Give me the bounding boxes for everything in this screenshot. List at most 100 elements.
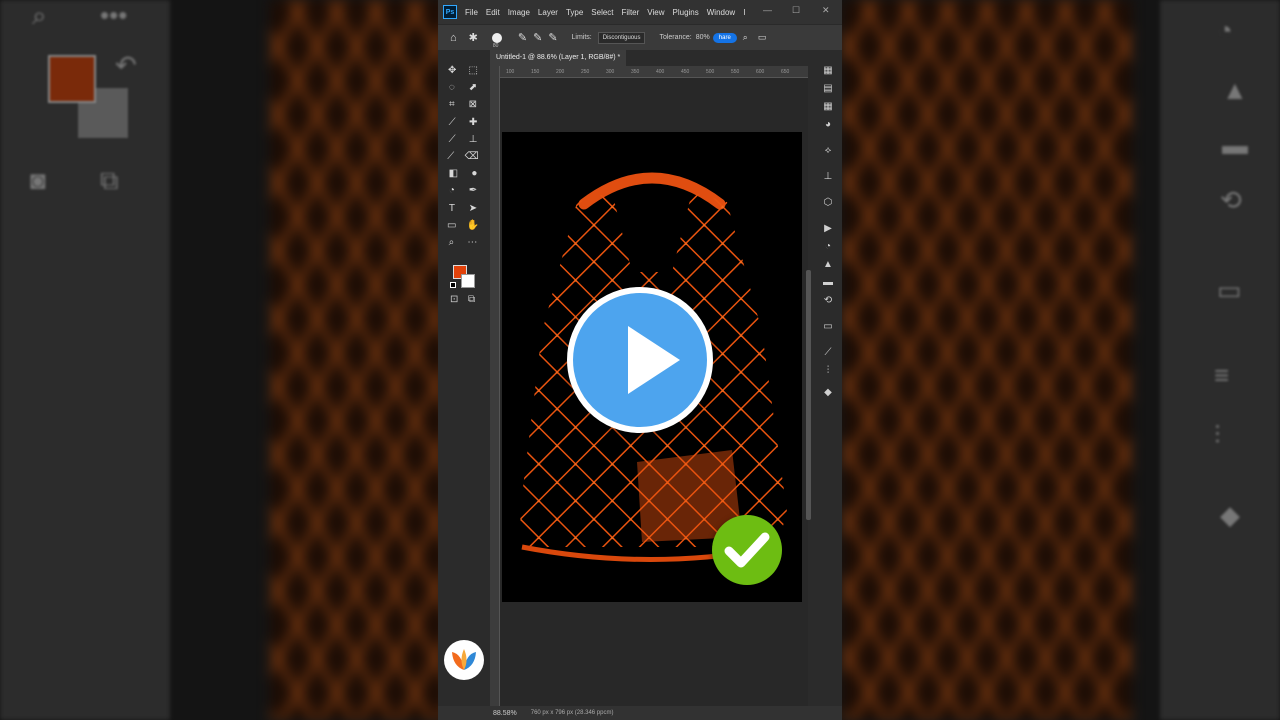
path-select-tool-icon[interactable]: ➤ xyxy=(469,203,477,214)
ruler-tick: 350 xyxy=(631,69,640,75)
layers-panel-icon[interactable]: ◆ xyxy=(814,384,842,402)
gradient-tool-icon[interactable]: ◧ xyxy=(449,168,458,179)
history-panel-icon[interactable]: ⟲ xyxy=(814,292,842,310)
more-tools-icon[interactable]: ⋯ xyxy=(467,237,477,248)
limits-label: Limits: xyxy=(571,34,592,41)
lasso-tool-icon[interactable]: ◌ xyxy=(449,82,455,93)
color-panel-icon[interactable]: ◕ xyxy=(814,116,842,134)
horizontal-ruler: 100 150 200 250 300 350 400 450 500 550 600 650 xyxy=(500,66,808,78)
eraser-tool-icon[interactable]: ⌫ xyxy=(465,151,479,162)
menu-window[interactable]: Window xyxy=(707,8,735,17)
pen-tool-icon[interactable]: ✒ xyxy=(469,185,477,196)
menu-image[interactable]: Image xyxy=(508,8,530,17)
dodge-tool-icon[interactable]: ◔ xyxy=(449,185,455,196)
quick-mask-icon[interactable]: ⊡ xyxy=(450,294,458,305)
blurred-fg-swatch xyxy=(48,55,96,103)
menu-file[interactable]: File xyxy=(465,8,478,17)
menu-help[interactable]: I xyxy=(743,8,745,17)
blur-tool-icon[interactable]: ● xyxy=(471,168,477,179)
adjustments-panel-icon[interactable]: ⫶ xyxy=(814,362,842,380)
3d-panel-icon[interactable]: ⬡ xyxy=(814,194,842,212)
menu-view[interactable]: View xyxy=(647,8,664,17)
zoom-tool-icon[interactable]: ⌕ xyxy=(449,237,455,248)
blurred-adjust-icon: ⫶ xyxy=(1214,420,1221,450)
toolbox: ✥ ⬚ ◌ ⬈ ⌗ ⊠ ⟋ ✚ ⟋ ⊥ ⟋ ⌫ ◧ ● ◔ ✒ T ➤ ▭ ✋ ⌕ ⋯ ⊡ ⧉ xyxy=(442,62,484,712)
tolerance-label: Tolerance: xyxy=(659,34,692,41)
menu-layer[interactable]: Layer xyxy=(538,8,558,17)
brush-picker[interactable]: 80 xyxy=(491,32,502,49)
play-button[interactable] xyxy=(567,287,713,433)
libraries-panel-icon[interactable]: ▲ xyxy=(814,256,842,274)
rectangle-tool-icon[interactable]: ▭ xyxy=(447,220,456,231)
minimize-icon[interactable]: — xyxy=(763,5,772,15)
ruler-tick: 200 xyxy=(556,69,565,75)
limits-select[interactable]: Discontiguous xyxy=(597,31,646,44)
document-tab[interactable]: Untitled-1 @ 88.6% (Layer 1, RGB/8#) * xyxy=(490,50,627,66)
swatches-panel-icon[interactable]: ▦ xyxy=(814,62,842,80)
blurred-layers-icon: ◆ xyxy=(1220,500,1240,530)
close-icon[interactable]: ✕ xyxy=(822,5,830,16)
ruler-tick: 250 xyxy=(581,69,590,75)
history-brush-tool-icon[interactable]: ⟋ xyxy=(447,151,454,162)
new-selection-icon[interactable]: ✎ xyxy=(518,31,527,44)
home-icon[interactable]: ⌂ xyxy=(450,32,457,44)
move-tool-icon[interactable]: ✥ xyxy=(448,65,456,76)
ruler-tick: 600 xyxy=(756,69,765,75)
frame-tool-icon[interactable]: ⊠ xyxy=(469,99,477,110)
blurred-more-icon: ••• xyxy=(100,0,128,30)
ruler-tick: 400 xyxy=(656,69,665,75)
background-blur-right: ◔ ▲ ▬ ⟲ ▭ ≡ ⫶ ◆ xyxy=(842,0,1280,720)
crop-tool-icon[interactable]: ⌗ xyxy=(449,99,455,110)
vertical-ruler xyxy=(490,66,500,706)
layer-comps-icon[interactable]: ▭ xyxy=(814,318,842,336)
workspace-icon[interactable]: ▭ xyxy=(758,32,767,43)
blurred-color-icon: ◔ xyxy=(1217,15,1233,45)
tolerance-value[interactable]: 80% xyxy=(696,34,710,41)
blurred-zoom-icon: ⌕ xyxy=(32,0,47,30)
screen-mode-icon[interactable]: ⧉ xyxy=(468,294,475,305)
background-color-swatch[interactable] xyxy=(461,274,475,288)
menu-edit[interactable]: Edit xyxy=(486,8,500,17)
gradients-panel-icon[interactable]: ▤ xyxy=(814,80,842,98)
eyedropper-tool-icon[interactable]: ⟋ xyxy=(449,117,456,128)
search-icon[interactable]: ⌕ xyxy=(743,32,748,43)
document-size: 760 px x 796 px (28.346 ppcm) xyxy=(530,710,614,716)
ps-logo-icon: Ps xyxy=(443,5,457,19)
menu-select[interactable]: Select xyxy=(591,8,613,17)
zoom-level[interactable]: 88.58% xyxy=(493,710,517,717)
patterns-panel-icon[interactable]: ▦ xyxy=(814,98,842,116)
type-tool-icon[interactable]: T xyxy=(449,203,455,214)
actions-panel-icon[interactable]: ▶ xyxy=(814,220,842,238)
add-selection-icon[interactable]: ✎ xyxy=(533,31,542,44)
marquee-tool-icon[interactable]: ⬚ xyxy=(469,65,478,76)
check-badge xyxy=(712,515,782,585)
menu-plugins[interactable]: Plugins xyxy=(673,8,699,17)
default-colors-icon[interactable] xyxy=(450,282,456,288)
object-select-tool-icon[interactable]: ⬈ xyxy=(469,82,477,93)
stamp-tool-icon[interactable]: ⊥ xyxy=(469,134,478,145)
blurred-library-icon: ▲ xyxy=(1222,75,1248,105)
maximize-icon[interactable]: ☐ xyxy=(792,5,800,16)
spot-healing-tool-icon[interactable]: ✚ xyxy=(469,117,477,128)
vertical-scrollbar[interactable] xyxy=(806,270,811,520)
channel-logo[interactable] xyxy=(444,640,484,680)
paths-panel-icon[interactable]: ⟡ xyxy=(814,142,842,160)
ruler-tick: 300 xyxy=(606,69,615,75)
brush-tool-icon[interactable]: ⟋ xyxy=(449,134,456,145)
status-bar: 88.58% 760 px x 796 px (28.346 ppcm) xyxy=(438,706,842,720)
channels-panel-icon[interactable]: ◔ xyxy=(814,238,842,256)
hand-tool-icon[interactable]: ✋ xyxy=(467,220,479,231)
quick-selection-tool-icon[interactable]: ✱ xyxy=(469,31,478,44)
blurred-bag-left xyxy=(270,0,438,720)
comments-panel-icon[interactable]: ▬ xyxy=(814,274,842,292)
menu-type[interactable]: Type xyxy=(566,8,583,17)
background-blur-left: ⌕ ••• ↶ ◙ ⧉ xyxy=(0,0,438,720)
subtract-selection-icon[interactable]: ✎ xyxy=(548,31,557,44)
properties-panel-icon[interactable]: ⊥ xyxy=(814,168,842,186)
brush-settings-icon[interactable]: ⟋ xyxy=(814,344,842,362)
ruler-tick: 150 xyxy=(531,69,540,75)
ruler-tick: 100 xyxy=(506,69,515,75)
leaf-logo-icon xyxy=(452,649,476,670)
menu-filter[interactable]: Filter xyxy=(622,8,640,17)
share-button[interactable]: hare xyxy=(712,32,737,43)
